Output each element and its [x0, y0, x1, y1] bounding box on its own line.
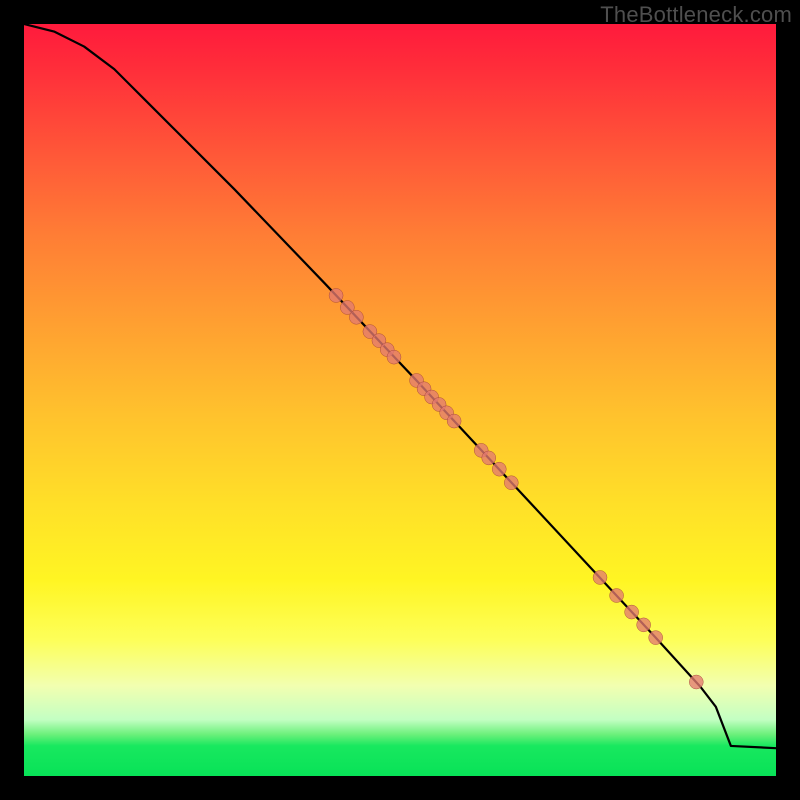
data-dot — [447, 414, 461, 428]
data-dot — [387, 350, 401, 364]
data-dot — [482, 451, 496, 465]
watermark-text: TheBottleneck.com — [600, 2, 792, 28]
main-curve — [24, 24, 776, 748]
chart-svg — [24, 24, 776, 776]
chart-area — [24, 24, 776, 776]
data-dot — [649, 631, 663, 645]
data-dot — [329, 288, 343, 302]
data-dot — [610, 589, 624, 603]
data-dot — [637, 618, 651, 632]
data-dot — [625, 605, 639, 619]
data-dot — [492, 462, 506, 476]
data-dot — [349, 310, 363, 324]
data-dot — [504, 476, 518, 490]
data-dot — [593, 570, 607, 584]
data-dot — [689, 675, 703, 689]
